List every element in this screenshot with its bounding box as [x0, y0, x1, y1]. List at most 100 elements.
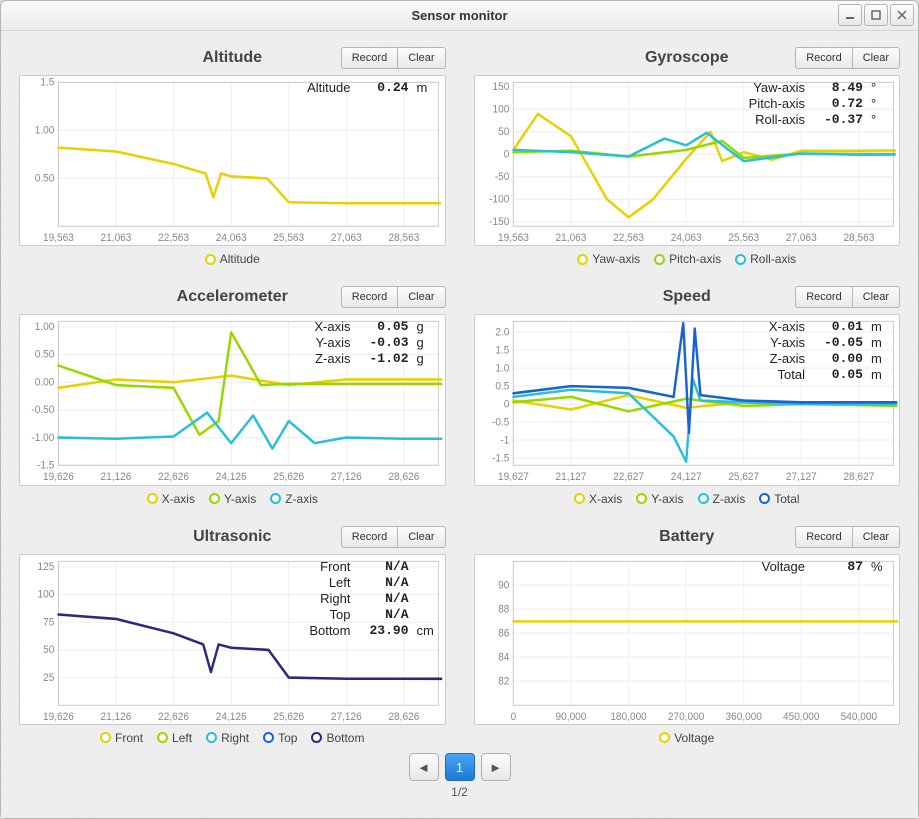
maximize-button[interactable] — [864, 4, 888, 26]
readout-value: N/A — [359, 575, 409, 591]
svg-text:25: 25 — [43, 672, 54, 683]
legend-item: X-axis — [574, 492, 622, 506]
legend-label: Left — [172, 731, 192, 745]
readout-value: N/A — [359, 607, 409, 623]
close-button[interactable] — [890, 4, 914, 26]
pager-prev[interactable]: ◄ — [409, 753, 439, 781]
minimize-icon — [845, 10, 855, 20]
svg-text:0.50: 0.50 — [35, 173, 55, 184]
legend-label: Front — [115, 731, 143, 745]
svg-text:19,563: 19,563 — [497, 233, 528, 244]
readout-value: 0.05 — [359, 319, 409, 335]
readout-row: Y-axis-0.05m — [769, 335, 891, 351]
clear-button[interactable]: Clear — [852, 47, 900, 69]
svg-text:0.50: 0.50 — [35, 350, 55, 361]
readout-label: X-axis — [769, 319, 805, 335]
legend-label: Total — [774, 492, 799, 506]
record-button[interactable]: Record — [795, 526, 851, 548]
window-controls — [838, 4, 914, 26]
content-area: Altitude Record Clear 0.501.001.519,5632… — [1, 31, 918, 818]
clear-button[interactable]: Clear — [397, 526, 445, 548]
svg-text:27,063: 27,063 — [785, 233, 816, 244]
legend-swatch-icon — [698, 493, 709, 504]
svg-text:50: 50 — [43, 645, 54, 656]
readout-value: -0.37 — [813, 112, 863, 128]
legend-item: Voltage — [659, 731, 714, 745]
pager-page-1[interactable]: 1 — [445, 753, 475, 781]
readout-label: Total — [778, 367, 805, 383]
minimize-button[interactable] — [838, 4, 862, 26]
svg-text:2.0: 2.0 — [495, 327, 509, 338]
clear-button[interactable]: Clear — [397, 286, 445, 308]
record-button[interactable]: Record — [341, 526, 397, 548]
readout-label: Y-axis — [316, 335, 351, 351]
svg-text:90: 90 — [498, 580, 509, 591]
legend-item: Pitch-axis — [654, 252, 721, 266]
legend-label: X-axis — [589, 492, 622, 506]
readout-unit: g — [417, 319, 437, 335]
svg-text:28,626: 28,626 — [388, 712, 419, 723]
legend-label: X-axis — [162, 492, 195, 506]
readout-unit: cm — [417, 623, 437, 639]
window-title: Sensor monitor — [411, 8, 507, 23]
svg-text:84: 84 — [498, 652, 509, 663]
record-button[interactable]: Record — [341, 47, 397, 69]
record-button[interactable]: Record — [795, 47, 851, 69]
legend: X-axisY-axisZ-axis — [19, 486, 446, 506]
readout-value: 0.72 — [813, 96, 863, 112]
pager-next[interactable]: ► — [481, 753, 511, 781]
chart: -150-100-5005010015019,56321,06322,56324… — [474, 75, 901, 246]
readout-label: Bottom — [309, 623, 350, 639]
legend-label: Y-axis — [651, 492, 683, 506]
legend: Yaw-axisPitch-axisRoll-axis — [474, 246, 901, 266]
svg-text:-150: -150 — [489, 217, 509, 228]
readouts: X-axis0.01mY-axis-0.05mZ-axis0.00mTotal0… — [769, 319, 891, 383]
readout-row: Voltage87% — [762, 559, 891, 575]
readouts: FrontN/ALeftN/ARightN/ATopN/ABottom23.90… — [309, 559, 436, 639]
legend-label: Z-axis — [285, 492, 318, 506]
svg-text:22,626: 22,626 — [158, 472, 189, 483]
readout-unit: ° — [871, 96, 891, 112]
legend-swatch-icon — [205, 254, 216, 265]
panel-battery: Battery Record Clear 8284868890090,00018… — [474, 524, 901, 745]
readout-row: FrontN/A — [309, 559, 436, 575]
svg-text:22,563: 22,563 — [613, 233, 644, 244]
svg-text:540,000: 540,000 — [840, 712, 877, 723]
readouts: Yaw-axis8.49°Pitch-axis0.72°Roll-axis-0.… — [749, 80, 891, 128]
close-icon — [897, 10, 907, 20]
readout-unit: m — [417, 80, 437, 96]
legend: Altitude — [19, 246, 446, 266]
svg-text:28,627: 28,627 — [843, 472, 874, 483]
svg-text:21,126: 21,126 — [101, 712, 132, 723]
readout-label: Voltage — [762, 559, 805, 575]
legend-item: Z-axis — [270, 492, 318, 506]
chevron-right-icon: ► — [489, 760, 502, 775]
record-button[interactable]: Record — [341, 286, 397, 308]
legend-item: Right — [206, 731, 249, 745]
legend-swatch-icon — [735, 254, 746, 265]
pager-label: 1/2 — [19, 785, 900, 805]
record-button[interactable]: Record — [795, 286, 851, 308]
readout-unit: g — [417, 335, 437, 351]
svg-text:28,563: 28,563 — [388, 233, 419, 244]
svg-text:-1.5: -1.5 — [37, 461, 55, 472]
clear-button[interactable]: Clear — [852, 526, 900, 548]
readout-unit: m — [871, 367, 891, 383]
svg-text:27,126: 27,126 — [331, 712, 362, 723]
readout-row: Z-axis0.00m — [769, 351, 891, 367]
clear-button[interactable]: Clear — [397, 47, 445, 69]
readout-row: Pitch-axis0.72° — [749, 96, 891, 112]
readouts: X-axis0.05gY-axis-0.03gZ-axis-1.02g — [314, 319, 436, 367]
readouts: Altitude0.24m — [307, 80, 436, 96]
legend-item: Bottom — [311, 731, 364, 745]
svg-text:25,627: 25,627 — [728, 472, 759, 483]
svg-text:125: 125 — [38, 562, 55, 573]
readout-unit: m — [871, 351, 891, 367]
svg-text:180,000: 180,000 — [610, 712, 647, 723]
legend-swatch-icon — [157, 732, 168, 743]
app-window: Sensor monitor Altitude Record Clear 0.5… — [0, 0, 919, 819]
clear-button[interactable]: Clear — [852, 286, 900, 308]
svg-text:-50: -50 — [494, 172, 509, 183]
readout-row: X-axis0.01m — [769, 319, 891, 335]
legend-item: Top — [263, 731, 297, 745]
